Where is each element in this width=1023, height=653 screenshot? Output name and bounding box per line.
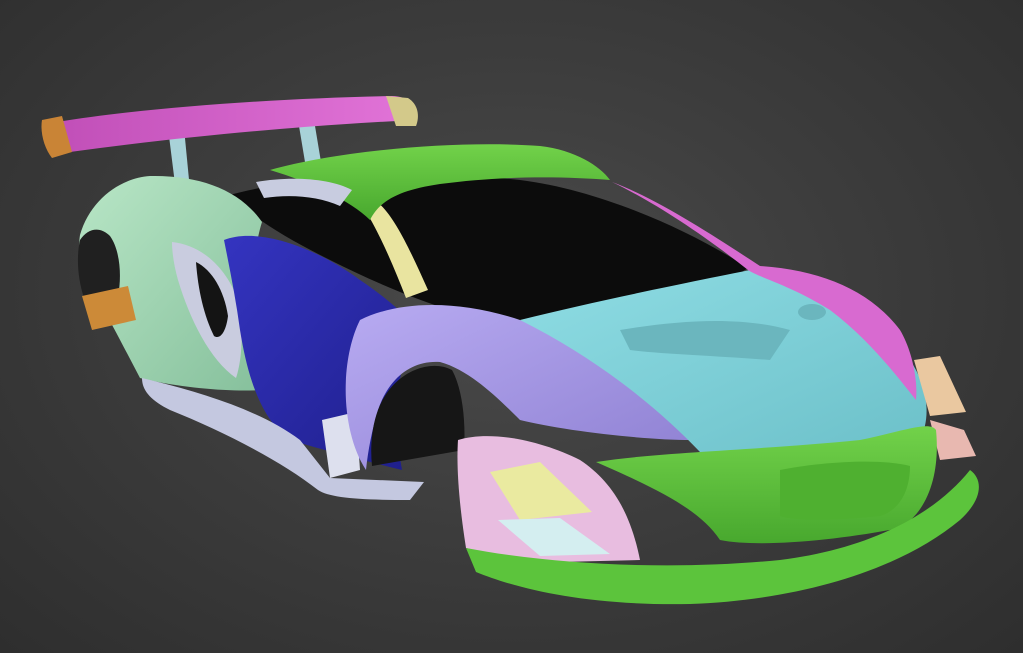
corner-flap-lower bbox=[930, 420, 976, 460]
wing-plane bbox=[58, 96, 417, 152]
hood-duct bbox=[798, 304, 826, 320]
front-arch-insert bbox=[457, 436, 640, 562]
3d-viewport bbox=[0, 0, 1023, 653]
car-body-render bbox=[41, 96, 979, 605]
rear-wing bbox=[41, 96, 418, 158]
